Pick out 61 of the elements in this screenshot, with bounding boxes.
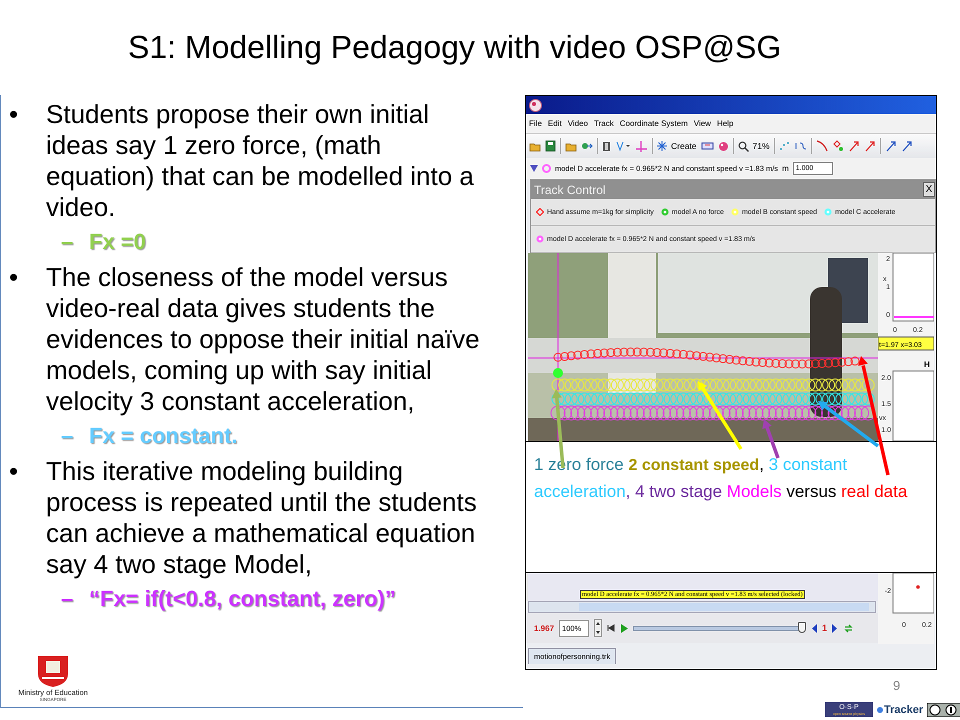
crest-logo: [35, 654, 71, 688]
arrows-icon[interactable]: [581, 141, 593, 151]
palette-icon[interactable]: [718, 140, 729, 152]
spinner-icon[interactable]: [594, 619, 602, 637]
caret-icon[interactable]: [530, 165, 538, 172]
bullet-mark: •: [8, 262, 20, 294]
menu-item[interactable]: Track: [594, 119, 614, 128]
menu-item[interactable]: Edit: [548, 119, 562, 128]
formula-text: Fx = constant.: [89, 422, 238, 450]
formula-text: “Fx= if(t<0.8, constant, zero)”: [89, 585, 396, 613]
axes-icon[interactable]: [635, 140, 648, 152]
menu-item[interactable]: View: [694, 119, 711, 128]
folder-icon[interactable]: [529, 140, 541, 152]
scrollbar[interactable]: [528, 601, 876, 613]
bullet-text: Students propose their own initial ideas say 1 zero force, (math equation) that can be modelled into a video.: [46, 99, 475, 223]
arrow: [762, 419, 780, 459]
dash-mark: –: [61, 585, 74, 613]
folder-icon[interactable]: [565, 140, 577, 152]
menu-item[interactable]: Video: [568, 119, 588, 128]
arrow: [698, 381, 742, 450]
menu-item[interactable]: Help: [716, 119, 734, 128]
tracker-badge: Tracker: [877, 704, 924, 716]
bullet-text: This iterative modeling building process is repeated until the students can achieve a mathematical equation say 4 two stage Model,: [46, 456, 478, 580]
playback-slider[interactable]: [633, 621, 806, 635]
panel-title: Track Control: [533, 182, 606, 196]
step-forward-icon[interactable]: [832, 624, 840, 632]
curve-icon[interactable]: [816, 140, 828, 152]
step-size[interactable]: 1: [822, 623, 828, 633]
vector-icon[interactable]: [884, 140, 897, 152]
close-button[interactable]: X: [923, 182, 935, 197]
step-back-icon[interactable]: [810, 624, 818, 632]
film-icon[interactable]: [602, 140, 611, 152]
zoom-icon[interactable]: [738, 140, 749, 152]
menu-item[interactable]: Coordinate System: [620, 119, 688, 128]
ruler-icon[interactable]: [700, 142, 714, 150]
vector-icon[interactable]: [900, 140, 913, 152]
dash-mark: –: [61, 422, 74, 450]
bullet-mark: •: [8, 99, 20, 131]
plot-title: H: [924, 360, 930, 369]
time-readout: 1.967: [534, 624, 554, 632]
loop-icon[interactable]: [844, 624, 854, 632]
vector-icon[interactable]: [615, 140, 631, 152]
bullet-text: The closeness of the model versus video-real data gives students the evidences to oppose their initial naïve models, coming up with say initial velocity 3 constant acceleration,: [46, 262, 481, 417]
mass-label: m: [782, 164, 789, 173]
point-icon[interactable]: [832, 140, 844, 152]
star-icon[interactable]: [657, 141, 667, 151]
app-icon: [529, 98, 542, 112]
bullet-mark: •: [8, 456, 20, 488]
page-number: 9: [893, 678, 900, 693]
play-icon[interactable]: [620, 624, 628, 632]
reset-icon[interactable]: [607, 624, 616, 632]
dots-icon[interactable]: [778, 141, 790, 151]
formula-text: Fx =0: [89, 228, 146, 256]
vector-icon[interactable]: [848, 140, 860, 152]
zoom-level[interactable]: 71%: [752, 141, 770, 151]
vector-icon[interactable]: [864, 140, 876, 152]
create-button[interactable]: Create: [671, 141, 697, 151]
dash-mark: –: [61, 228, 74, 256]
slider-thumb[interactable]: [798, 622, 806, 633]
slide-title: S1: Modelling Pedagogy with video OSP@SG: [128, 29, 782, 66]
menu-item[interactable]: File: [529, 119, 542, 128]
